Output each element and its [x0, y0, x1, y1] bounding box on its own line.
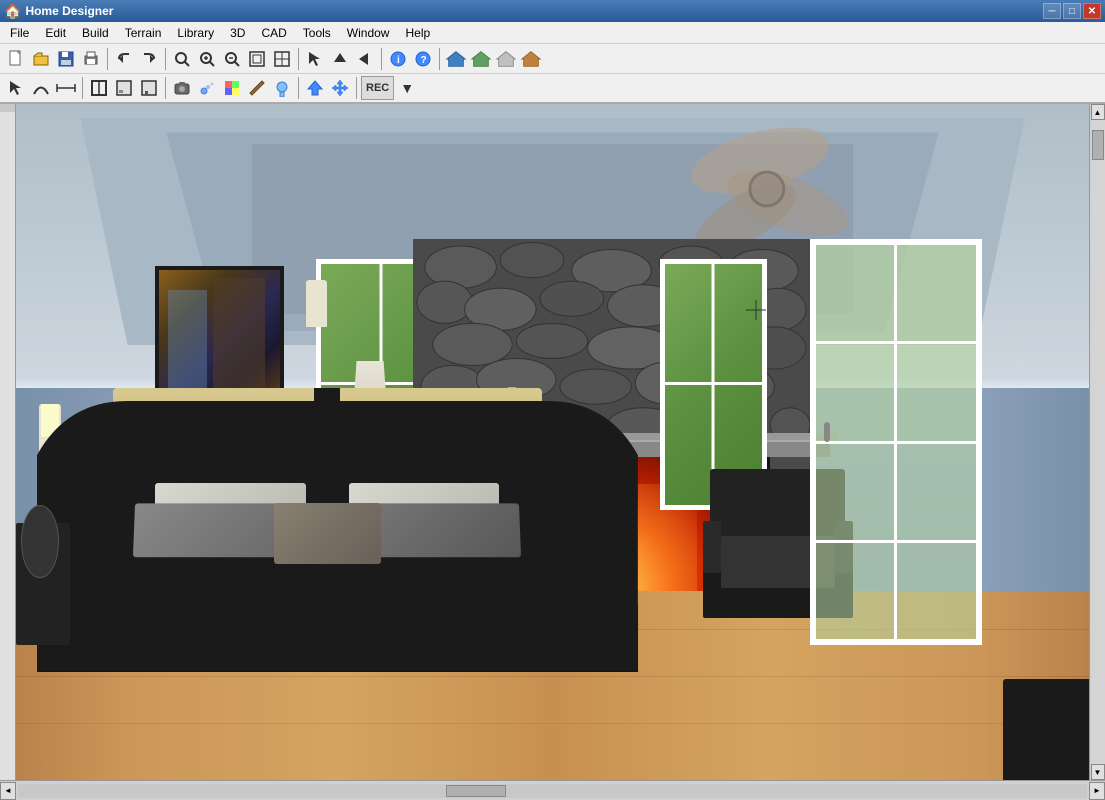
floor-plan-tool[interactable] — [87, 76, 111, 100]
right-wall — [982, 388, 1089, 591]
house-side-button[interactable] — [469, 47, 493, 71]
bed-frame-base — [37, 604, 638, 672]
clock — [21, 505, 59, 578]
menu-edit[interactable]: Edit — [37, 24, 74, 42]
arc-tool[interactable] — [29, 76, 53, 100]
scroll-up-button[interactable]: ▲ — [1091, 104, 1105, 120]
window-title: Home Designer — [25, 4, 1043, 18]
separator-1 — [107, 48, 108, 70]
scroll-down-button[interactable]: ▼ — [1091, 764, 1105, 780]
arrow-up-button[interactable] — [328, 47, 352, 71]
arrow-right-button[interactable] — [353, 47, 377, 71]
menu-window[interactable]: Window — [339, 24, 398, 42]
bedside-table-left — [16, 523, 70, 645]
material-tool[interactable] — [220, 76, 244, 100]
french-door — [810, 239, 982, 645]
toolbar-secondary: REC ▼ — [0, 74, 1105, 104]
menu-library[interactable]: Library — [169, 24, 222, 42]
separator-t2-1 — [82, 77, 83, 99]
maximize-button[interactable]: □ — [1063, 3, 1081, 19]
scroll-track-horizontal[interactable] — [18, 784, 1087, 798]
separator-t2-3 — [298, 77, 299, 99]
menu-file[interactable]: File — [2, 24, 37, 42]
right-scrollbar: ▲ ▼ — [1089, 104, 1105, 780]
brush-tool[interactable] — [245, 76, 269, 100]
minimize-button[interactable]: ─ — [1043, 3, 1061, 19]
separator-5 — [439, 48, 440, 70]
house-roof-button[interactable] — [519, 47, 543, 71]
window-controls: ─ □ ✕ — [1043, 3, 1101, 19]
move-tool[interactable] — [328, 76, 352, 100]
bedroom-scene — [16, 104, 1089, 780]
scroll-track-vertical[interactable] — [1091, 120, 1105, 764]
menu-bar: File Edit Build Terrain Library 3D CAD T… — [0, 22, 1105, 44]
zoom-extents-button[interactable] — [270, 47, 294, 71]
separator-2 — [165, 48, 166, 70]
save-button[interactable] — [54, 47, 78, 71]
print-button[interactable] — [79, 47, 103, 71]
main-area: ▲ ▼ — [0, 104, 1105, 780]
info-button[interactable]: i — [386, 47, 410, 71]
record-button[interactable]: REC — [361, 76, 394, 100]
spray-tool[interactable] — [195, 76, 219, 100]
pillow-center-deco — [274, 503, 381, 564]
menu-tools[interactable]: Tools — [295, 24, 339, 42]
scroll-left-button[interactable]: ◄ — [0, 782, 16, 800]
menu-cad[interactable]: CAD — [253, 24, 294, 42]
svg-text:?: ? — [421, 55, 427, 66]
separator-4 — [381, 48, 382, 70]
stair-tool[interactable] — [112, 76, 136, 100]
select2-tool[interactable] — [270, 76, 294, 100]
svg-text:i: i — [397, 55, 400, 66]
app-icon: 🏠 — [4, 3, 21, 20]
zoom-fit-button[interactable] — [245, 47, 269, 71]
menu-build[interactable]: Build — [74, 24, 117, 42]
record-dropdown[interactable]: ▼ — [395, 76, 419, 100]
armchair-bottom-right — [1003, 679, 1089, 780]
undo-button[interactable] — [112, 47, 136, 71]
viewport-3d[interactable] — [16, 104, 1089, 780]
left-ruler — [0, 104, 16, 780]
title-bar: 🏠 Home Designer ─ □ ✕ — [0, 0, 1105, 22]
menu-terrain[interactable]: Terrain — [117, 24, 170, 42]
separator-t2-4 — [356, 77, 357, 99]
separator-t2-2 — [165, 77, 166, 99]
pointer-tool[interactable] — [4, 76, 28, 100]
arrow-up-tool[interactable] — [303, 76, 327, 100]
open-button[interactable] — [29, 47, 53, 71]
close-button[interactable]: ✕ — [1083, 3, 1101, 19]
right-sconce — [306, 280, 327, 348]
scroll-thumb-vertical[interactable] — [1092, 130, 1104, 160]
scroll-right-button[interactable]: ► — [1089, 782, 1105, 800]
camera-tool[interactable] — [170, 76, 194, 100]
house-3d-button[interactable] — [494, 47, 518, 71]
menu-3d[interactable]: 3D — [222, 24, 253, 42]
house-front-button[interactable] — [444, 47, 468, 71]
wall-tool[interactable] — [137, 76, 161, 100]
zoom-in-button[interactable] — [195, 47, 219, 71]
help-button[interactable]: ? — [411, 47, 435, 71]
zoom-glass-button[interactable] — [170, 47, 194, 71]
select-button[interactable] — [303, 47, 327, 71]
redo-button[interactable] — [137, 47, 161, 71]
new-button[interactable] — [4, 47, 28, 71]
toolbar-primary: i ? — [0, 44, 1105, 74]
dimension-tool[interactable] — [54, 76, 78, 100]
crosshair-cursor — [746, 300, 766, 323]
zoom-out-button[interactable] — [220, 47, 244, 71]
bottom-scrollbar: ◄ ► — [0, 780, 1105, 800]
separator-3 — [298, 48, 299, 70]
menu-help[interactable]: Help — [397, 24, 438, 42]
scroll-thumb-horizontal[interactable] — [446, 785, 506, 797]
